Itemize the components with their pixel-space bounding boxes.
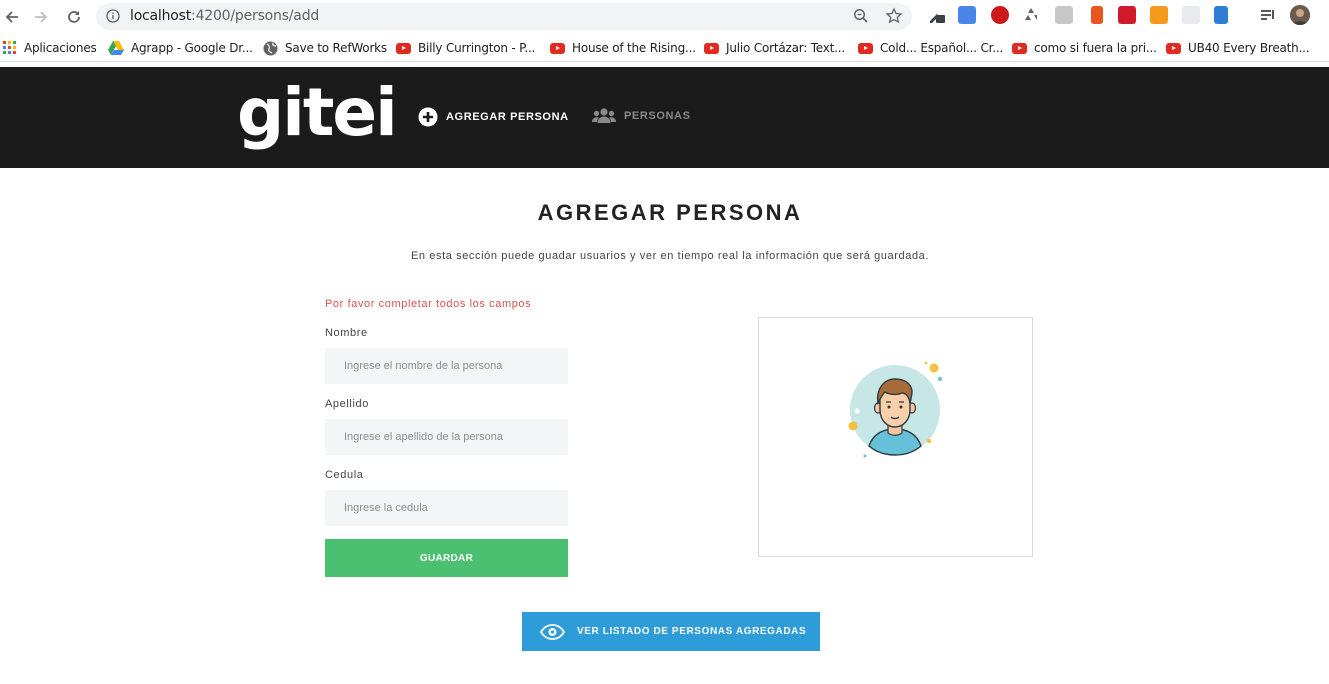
- bookmark-como-si-fuera[interactable]: como si fuera la pri...: [1012, 40, 1157, 56]
- save-button[interactable]: GUARDAR: [325, 539, 568, 577]
- youtube-icon: [396, 42, 411, 54]
- playlist-icon[interactable]: [1259, 6, 1277, 24]
- nav-label: PERSONAS: [624, 110, 691, 122]
- url-host: localhost: [130, 8, 192, 24]
- users-icon: [592, 108, 616, 123]
- bookmark-aplicaciones[interactable]: Aplicaciones: [3, 40, 97, 56]
- bookmark-label: Save to RefWorks: [285, 41, 387, 55]
- m-extension-icon[interactable]: [1055, 6, 1073, 24]
- mega-extension-icon[interactable]: [1118, 6, 1136, 24]
- nav-add-person[interactable]: AGREGAR PERSONA: [418, 107, 569, 127]
- recycle-extension-icon[interactable]: [1022, 6, 1040, 24]
- bookmark-cold-espanol[interactable]: Cold... Español... Cr...: [858, 40, 1003, 56]
- bookmark-label: UB40 Every Breath...: [1188, 41, 1310, 55]
- cedula-input[interactable]: [325, 490, 568, 526]
- browser-toolbar: localhost:4200/persons/add: [0, 0, 1329, 34]
- bookmarks-bar: Aplicaciones Agrapp - Google Dr... Save …: [0, 34, 1329, 62]
- plus-circle-icon: [418, 107, 438, 127]
- page-title: AGREGAR PERSONA: [537, 200, 803, 225]
- bookmark-refworks[interactable]: Save to RefWorks: [263, 40, 387, 56]
- youtube-icon: [550, 42, 565, 54]
- youtube-icon: [1012, 42, 1027, 54]
- eyedropper-extension-icon[interactable]: [927, 6, 945, 24]
- bookmark-julio-cortazar[interactable]: Julio Cortázar: Text...: [704, 40, 845, 56]
- eye-icon: [540, 623, 565, 640]
- forward-icon[interactable]: [29, 5, 53, 29]
- apps-grid-icon: [3, 41, 16, 54]
- info-icon[interactable]: [106, 9, 120, 23]
- profile-avatar[interactable]: [1290, 5, 1310, 25]
- adblock-extension-icon[interactable]: [991, 6, 1009, 24]
- reload-icon[interactable]: [62, 5, 86, 29]
- youtube-icon: [1166, 42, 1181, 54]
- bookmark-agrapp[interactable]: Agrapp - Google Dr...: [108, 40, 253, 56]
- site-logo[interactable]: gitei: [237, 73, 398, 153]
- page-subtitle: En esta sección puede guadar usuarios y …: [410, 250, 930, 262]
- bookmark-label: Aplicaciones: [24, 41, 97, 55]
- view-list-label: VER LISTADO DE PERSONAS AGREGADAS: [577, 626, 807, 637]
- bookmark-star-icon[interactable]: [885, 7, 903, 25]
- bookmark-label: Cold... Español... Cr...: [880, 41, 1004, 55]
- cedula-label: Cedula: [325, 469, 364, 481]
- view-list-button[interactable]: VER LISTADO DE PERSONAS AGREGADAS: [522, 612, 820, 651]
- youtube-icon: [858, 42, 873, 54]
- google-drive-icon: [108, 41, 124, 55]
- zoom-icon[interactable]: [853, 8, 869, 24]
- nombre-label: Nombre: [325, 327, 368, 339]
- url-text: localhost:4200/persons/add: [130, 8, 319, 24]
- person-avatar-illustration: [848, 361, 942, 458]
- bookmark-label: Billy Currington - P...: [418, 41, 536, 55]
- bookmark-ub40[interactable]: UB40 Every Breath...: [1166, 40, 1310, 56]
- bookmark-label: como si fuera la pri...: [1034, 41, 1157, 55]
- translate-extension-icon[interactable]: [958, 6, 976, 24]
- bookmark-label: Julio Cortázar: Text...: [726, 41, 846, 55]
- bookmark-billy-currington[interactable]: Billy Currington - P...: [396, 40, 535, 56]
- bookmark-house-rising[interactable]: House of the Rising...: [550, 40, 696, 56]
- grid-extension-icon[interactable]: [1182, 6, 1200, 24]
- nombre-input[interactable]: [325, 348, 568, 384]
- address-bar[interactable]: localhost:4200/persons/add: [96, 3, 912, 30]
- globe-icon: [263, 41, 278, 55]
- apellido-label: Apellido: [325, 398, 369, 410]
- person-preview-card: [758, 317, 1033, 557]
- youtube-icon: [704, 42, 719, 54]
- nav-label: AGREGAR PERSONA: [446, 111, 569, 123]
- back-icon[interactable]: [0, 5, 24, 29]
- e-extension-icon[interactable]: [1214, 6, 1228, 24]
- apellido-input[interactable]: [325, 419, 568, 455]
- chart-extension-icon[interactable]: [1150, 6, 1168, 24]
- site-header: gitei AGREGAR PERSONA PERSONAS: [0, 67, 1329, 168]
- url-path: :4200/persons/add: [191, 8, 320, 24]
- nav-persons[interactable]: PERSONAS: [592, 107, 691, 125]
- bookmark-label: Agrapp - Google Dr...: [131, 41, 253, 55]
- lighthouse-extension-icon[interactable]: [1091, 6, 1103, 24]
- form-warning: Por favor completar todos los campos: [325, 298, 532, 310]
- bookmark-label: House of the Rising...: [572, 41, 696, 55]
